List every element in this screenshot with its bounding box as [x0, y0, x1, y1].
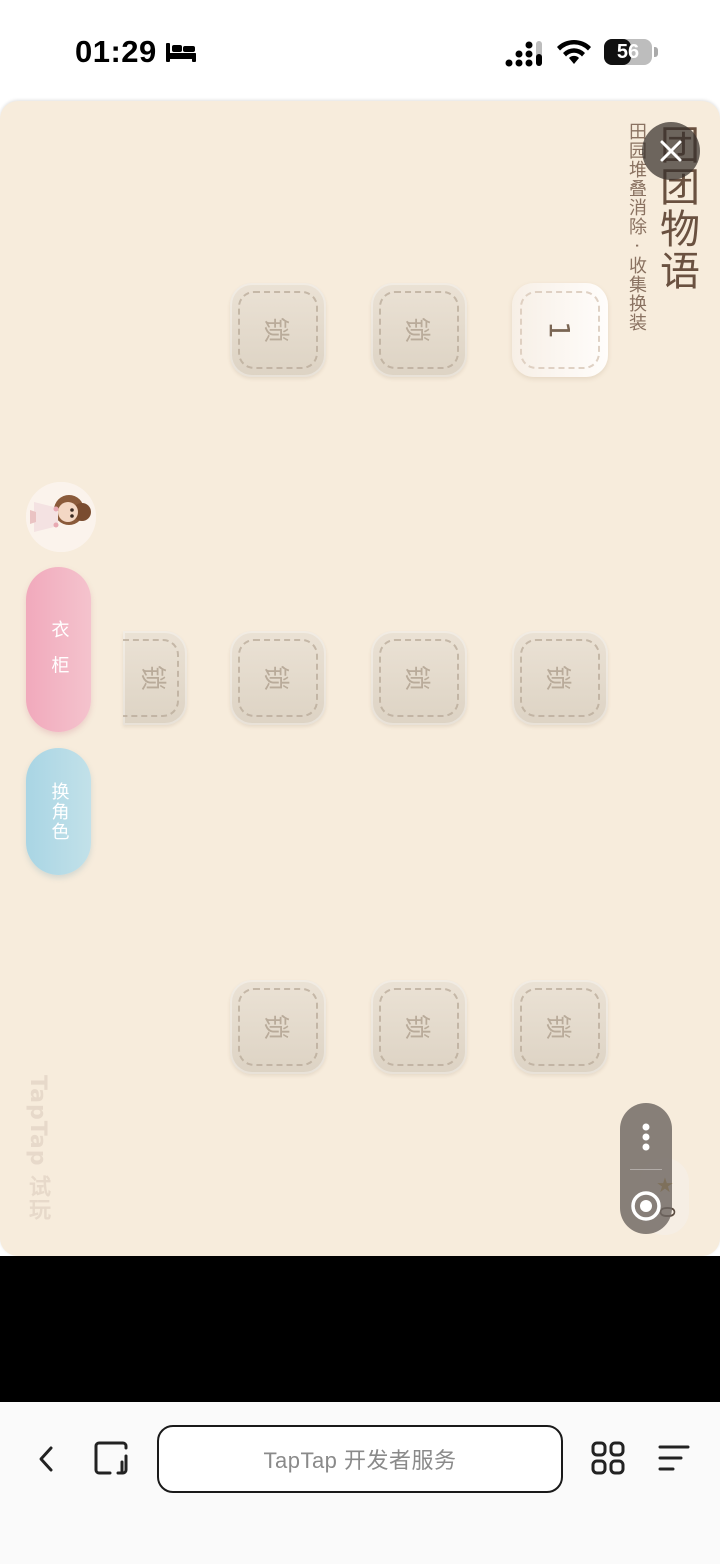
battery-tip [654, 47, 658, 57]
wardrobe-label: 衣 柜 [48, 619, 70, 680]
apps-icon[interactable] [590, 1440, 626, 1476]
capsule-menu [620, 1103, 672, 1234]
level-tile-locked[interactable]: 锁 [230, 283, 326, 377]
close-icon[interactable] [642, 122, 700, 180]
window-icon[interactable] [93, 1440, 129, 1476]
character-avatar[interactable] [26, 482, 96, 552]
level-tile-locked[interactable]: 锁 [512, 980, 608, 1074]
level-tile-locked[interactable]: 锁 [371, 980, 467, 1074]
bed-icon [166, 43, 196, 62]
lock-label: 锁 [401, 664, 432, 691]
address-text: TapTap 开发者服务 [263, 1448, 457, 1473]
change-role-button[interactable]: 换角色 [26, 748, 91, 875]
level-tile-locked[interactable]: 锁 [230, 980, 326, 1074]
taptap-watermark: TapTap 试玩 [25, 1075, 50, 1222]
lock-label: 锁 [542, 1013, 573, 1040]
wardrobe-button[interactable]: 衣 柜 [26, 567, 91, 732]
menu-icon[interactable] [657, 1442, 691, 1474]
more-icon[interactable] [620, 1119, 672, 1155]
level-tile-1[interactable]: 1 [512, 283, 608, 377]
status-bar: 01:29 56 [0, 0, 720, 100]
status-time: 01:29 [75, 34, 157, 69]
level-tile-locked[interactable]: 锁 [512, 631, 608, 725]
lock-label: 锁 [542, 664, 573, 691]
lock-label: 锁 [401, 316, 432, 343]
letterbox [0, 1256, 720, 1402]
capsule-divider [630, 1169, 662, 1170]
lock-label: 锁 [401, 1013, 432, 1040]
lock-label: 锁 [260, 664, 291, 691]
lock-label: 锁 [260, 1013, 291, 1040]
level-number: 1 [543, 321, 577, 339]
battery-level: 56 [616, 41, 640, 63]
level-tile-locked[interactable]: 锁 [371, 631, 467, 725]
level-tile-locked-partial[interactable]: 锁 [123, 631, 187, 725]
wifi-icon [557, 39, 591, 64]
level-tile-locked[interactable]: 锁 [230, 631, 326, 725]
target-icon[interactable] [627, 1187, 665, 1225]
change-role-label: 换角色 [48, 781, 70, 842]
battery-icon: 56 [604, 39, 652, 65]
lock-label: 锁 [137, 664, 168, 691]
lock-label: 锁 [260, 316, 291, 343]
level-tile-locked[interactable]: 锁 [371, 283, 467, 377]
signal-icon [505, 41, 542, 67]
address-bar[interactable]: TapTap 开发者服务 [157, 1425, 563, 1493]
back-icon[interactable] [36, 1444, 56, 1474]
